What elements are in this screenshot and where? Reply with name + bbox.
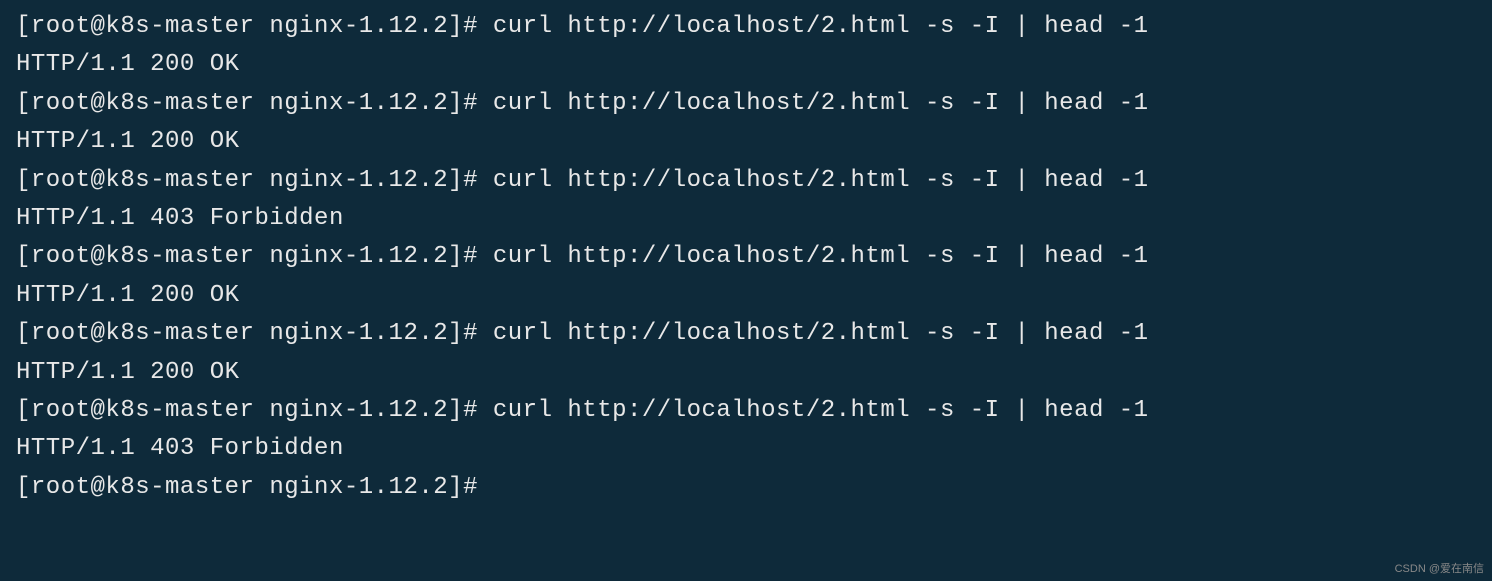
terminal-line: [root@k8s-master nginx-1.12.2]# curl htt… xyxy=(16,392,1476,430)
terminal-line: HTTP/1.1 200 OK xyxy=(16,354,1476,392)
terminal-line: HTTP/1.1 200 OK xyxy=(16,46,1476,84)
terminal-line: HTTP/1.1 403 Forbidden xyxy=(16,200,1476,238)
terminal-line: HTTP/1.1 200 OK xyxy=(16,123,1476,161)
terminal-line: HTTP/1.1 403 Forbidden xyxy=(16,430,1476,468)
terminal-line: HTTP/1.1 200 OK xyxy=(16,277,1476,315)
terminal-prompt[interactable]: [root@k8s-master nginx-1.12.2]# xyxy=(16,469,1476,507)
terminal-line: [root@k8s-master nginx-1.12.2]# curl htt… xyxy=(16,8,1476,46)
watermark-text: CSDN @爱在南信 xyxy=(1395,561,1484,579)
terminal-line: [root@k8s-master nginx-1.12.2]# curl htt… xyxy=(16,85,1476,123)
terminal-line: [root@k8s-master nginx-1.12.2]# curl htt… xyxy=(16,162,1476,200)
terminal-output[interactable]: [root@k8s-master nginx-1.12.2]# curl htt… xyxy=(16,8,1476,507)
terminal-line: [root@k8s-master nginx-1.12.2]# curl htt… xyxy=(16,238,1476,276)
terminal-line: [root@k8s-master nginx-1.12.2]# curl htt… xyxy=(16,315,1476,353)
